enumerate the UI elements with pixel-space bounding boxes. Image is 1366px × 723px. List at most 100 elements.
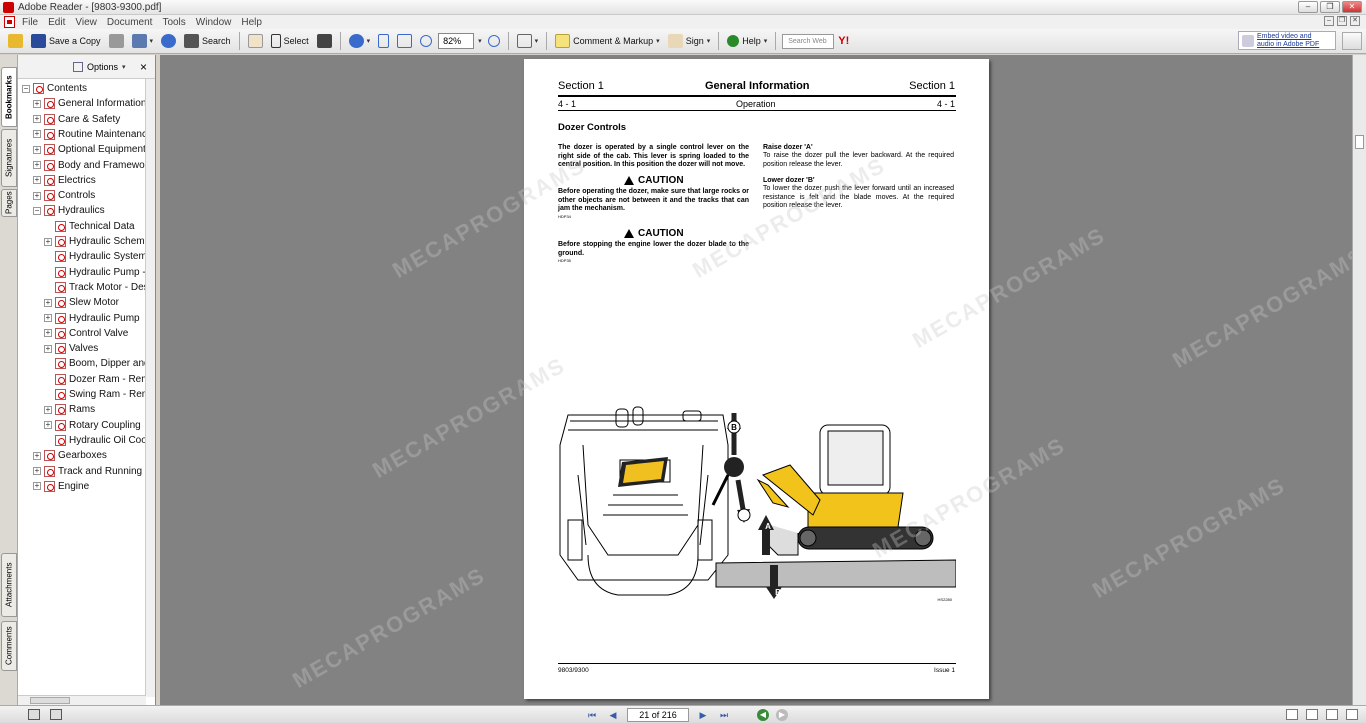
fit-width-button[interactable] <box>395 31 414 51</box>
bookmarks-horizontal-scrollbar[interactable] <box>18 695 146 705</box>
expand-icon[interactable]: + <box>44 405 52 414</box>
bookmark-item[interactable]: + Controls <box>33 188 95 203</box>
bookmark-item[interactable]: + Rams <box>44 402 95 417</box>
comment-markup-button[interactable]: Comment & Markup ▾ <box>553 31 662 51</box>
bookmark-item[interactable]: Hydraulic Oil Coo <box>44 433 146 448</box>
doc-minimize-button[interactable]: – <box>1324 16 1334 26</box>
expand-icon[interactable]: + <box>44 237 52 246</box>
facing-view-button[interactable] <box>1326 709 1338 720</box>
menu-view[interactable]: View <box>70 17 102 28</box>
zoom-in-button[interactable] <box>486 31 502 51</box>
bookmark-item[interactable]: + Body and Framework <box>33 158 146 173</box>
bookmark-item[interactable]: Track Motor - Des <box>44 280 146 295</box>
page-view-icon[interactable] <box>28 709 40 720</box>
close-window-button[interactable]: ✕ <box>1342 1 1362 13</box>
layout-icon[interactable] <box>50 709 62 720</box>
tab-pages[interactable]: Pages <box>1 189 17 217</box>
bookmark-item[interactable]: + Care & Safety <box>33 112 120 127</box>
scroll-thumb[interactable] <box>1355 135 1364 149</box>
single-page-view-button[interactable] <box>1286 709 1298 720</box>
email-button[interactable] <box>159 31 178 51</box>
print-button[interactable] <box>107 31 126 51</box>
doc-close-button[interactable]: ✕ <box>1350 16 1360 26</box>
document-viewport[interactable]: Section 1 General Information Section 1 … <box>160 55 1366 705</box>
attach-button[interactable]: ▾ <box>130 31 156 51</box>
bookmark-item[interactable]: + Valves <box>44 341 98 356</box>
menu-tools[interactable]: Tools <box>157 17 190 28</box>
bookmark-item[interactable]: Technical Data <box>44 219 135 234</box>
hand-tool-button[interactable] <box>246 31 265 51</box>
minimize-button[interactable]: – <box>1298 1 1318 13</box>
doc-restore-button[interactable]: ❐ <box>1337 16 1347 26</box>
toolbar-collapse-button[interactable] <box>1342 32 1362 50</box>
bookmark-item[interactable]: − Hydraulics <box>33 203 105 218</box>
menu-edit[interactable]: Edit <box>43 17 70 28</box>
snapshot-button[interactable] <box>315 31 334 51</box>
bookmark-item[interactable]: Swing Ram - Rem <box>44 387 146 402</box>
save-copy-button[interactable]: Save a Copy <box>29 31 103 51</box>
bookmark-item[interactable]: − Contents <box>22 81 87 96</box>
actual-size-button[interactable] <box>376 31 391 51</box>
tab-attachments[interactable]: Attachments <box>1 553 17 617</box>
expand-icon[interactable]: + <box>33 176 41 185</box>
bookmark-item[interactable]: + Electrics <box>33 173 96 188</box>
collapse-icon[interactable]: − <box>33 206 41 215</box>
tab-bookmarks[interactable]: Bookmarks <box>1 67 17 127</box>
expand-icon[interactable]: + <box>33 451 41 460</box>
continuous-view-button[interactable] <box>1306 709 1318 720</box>
continuous-facing-view-button[interactable] <box>1346 709 1358 720</box>
close-panel-icon[interactable]: × <box>140 60 147 74</box>
bookmark-item[interactable]: Dozer Ram - Rem <box>44 372 146 387</box>
zoom-tool-button[interactable]: ▾ <box>347 31 373 51</box>
document-icon[interactable] <box>4 16 15 28</box>
bookmark-item[interactable]: + General Information <box>33 96 146 111</box>
expand-icon[interactable]: + <box>44 344 52 353</box>
open-button[interactable] <box>6 31 25 51</box>
yahoo-search-button[interactable]: Y! <box>838 35 849 47</box>
menu-window[interactable]: Window <box>191 17 237 28</box>
bookmark-item[interactable]: + Optional Equipment <box>33 142 146 157</box>
scroll-thumb[interactable] <box>30 697 70 704</box>
bookmark-item[interactable]: + Hydraulic Pump <box>44 311 140 326</box>
tab-signatures[interactable]: Signatures <box>1 129 17 187</box>
bookmarks-vertical-scrollbar[interactable] <box>145 79 155 697</box>
bookmark-item[interactable]: + Rotary Coupling <box>44 418 141 433</box>
sign-button[interactable]: Sign ▾ <box>666 31 713 51</box>
maximize-button[interactable]: ❐ <box>1320 1 1340 13</box>
next-page-button[interactable]: ▶ <box>696 709 710 722</box>
menu-document[interactable]: Document <box>102 17 158 28</box>
document-vertical-scrollbar[interactable] <box>1352 55 1366 705</box>
embed-video-link[interactable]: Embed video and audio in Adobe PDF <box>1238 31 1336 50</box>
bookmark-item[interactable]: + Routine Maintenance <box>33 127 146 142</box>
options-menu[interactable]: Options ▾ <box>73 62 126 72</box>
menu-help[interactable]: Help <box>236 17 267 28</box>
expand-icon[interactable]: + <box>44 329 52 338</box>
expand-icon[interactable]: + <box>33 145 41 154</box>
expand-icon[interactable]: + <box>33 99 41 108</box>
go-back-icon[interactable]: ◀ <box>757 709 769 721</box>
previous-page-button[interactable]: ◀ <box>606 709 620 722</box>
expand-icon[interactable]: + <box>33 191 41 200</box>
first-page-button[interactable]: ⏮ <box>585 709 599 722</box>
expand-icon[interactable]: + <box>33 115 41 124</box>
bookmark-item[interactable]: + Hydraulic Schematic <box>44 234 146 249</box>
go-forward-icon[interactable]: ▶ <box>776 709 788 721</box>
expand-icon[interactable]: + <box>44 314 52 322</box>
select-tool-button[interactable]: Select <box>269 31 311 51</box>
collapse-icon[interactable]: − <box>22 84 30 93</box>
search-button[interactable]: Search <box>182 31 233 51</box>
expand-icon[interactable]: + <box>33 482 41 491</box>
expand-icon[interactable]: + <box>33 161 41 169</box>
last-page-button[interactable]: ⏭ <box>717 709 731 722</box>
expand-icon[interactable]: + <box>33 130 41 139</box>
bookmark-item[interactable]: + Gearboxes <box>33 448 107 463</box>
menu-file[interactable]: File <box>17 17 43 28</box>
expand-icon[interactable]: + <box>44 298 52 307</box>
bookmark-item[interactable]: Hydraulic Pump - <box>44 265 146 280</box>
tab-comments[interactable]: Comments <box>1 621 17 671</box>
bookmark-item[interactable]: Hydraulic System <box>44 249 146 264</box>
bookmark-item[interactable]: + Track and Running G <box>33 464 146 479</box>
expand-icon[interactable]: + <box>33 467 41 475</box>
zoom-dropdown-icon[interactable]: ▾ <box>478 37 482 45</box>
bookmark-item[interactable]: + Engine <box>33 479 89 494</box>
